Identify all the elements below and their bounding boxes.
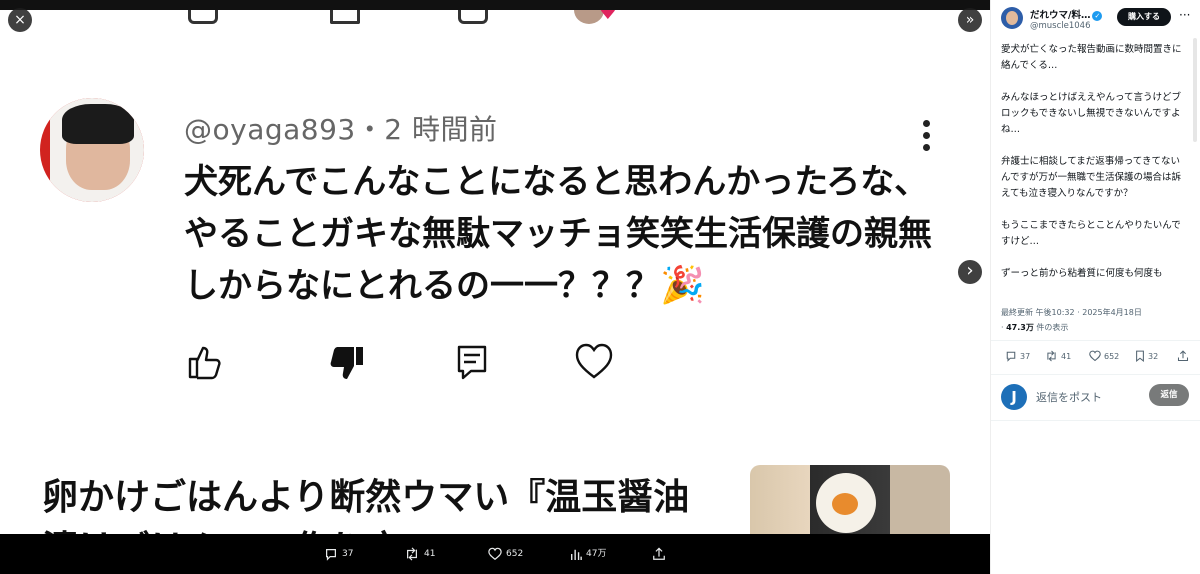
cut-comment-icon [458, 10, 488, 24]
thumbs-up-icon [188, 346, 221, 380]
divider [991, 420, 1200, 421]
comment-actions [0, 342, 990, 382]
share-icon [653, 547, 665, 560]
share-icon [1177, 350, 1189, 362]
reply-button[interactable]: 返信 [1149, 384, 1189, 406]
comment-line-text: しからなにとれるの一一？？？ [184, 266, 660, 306]
comment-header: @oyaga893・2 時間前 [184, 108, 497, 148]
top-strip [0, 0, 990, 10]
repost-icon [1047, 350, 1056, 362]
like-action[interactable]: 652 [488, 546, 523, 562]
repost-count: 41 [1061, 351, 1072, 361]
divider [991, 340, 1200, 341]
current-user-avatar: J [1001, 384, 1027, 410]
cut-off-toolbar: ♥ [0, 10, 990, 28]
commenter-handle: @oyaga893 [184, 113, 356, 146]
comment-line: 犬死んでこんなことになると思わんかったろな、 [184, 162, 929, 202]
comment-time: 2 時間前 [384, 113, 498, 146]
views-count: 47.3万 [1006, 323, 1034, 332]
scrollbar[interactable] [1193, 38, 1197, 142]
close-button[interactable]: × [8, 8, 32, 32]
views-suffix: 件の表示 [1033, 323, 1069, 332]
comment-body: 犬死んでこんなことになると思わんかったろな、 やることガキな無駄マッチョ笑笑生活… [184, 156, 932, 312]
article-thumbnail [750, 465, 950, 534]
post-side-panel: だれウマ/料… ✓ @muscle1046 購入する ··· 愛犬が亡くなった報告… [990, 0, 1200, 574]
comment-line-3: しからなにとれるの一一？？？🎉 [184, 260, 924, 312]
heart-icon: ♥ [598, 10, 618, 25]
updated-timestamp[interactable]: 最終更新 午後10:32 · 2025年4月18日 [1001, 305, 1191, 320]
commenter-avatar [40, 98, 144, 202]
heart-icon [488, 547, 502, 561]
media-action-bar: 37 41 652 47万 [0, 534, 990, 574]
heart-icon [1089, 350, 1101, 362]
more-icon[interactable]: ··· [1179, 8, 1190, 22]
more-options-icon [920, 120, 932, 156]
comment-line: やることガキな無駄マッチョ笑笑生活保護の親無 [184, 214, 932, 254]
post-paragraph: 弁護士に相談してまだ返事帰ってきてないんですが万が一無職で生活保護の場合は訴えて… [1001, 156, 1182, 199]
bookmark-stat[interactable]: 32 [1135, 350, 1158, 362]
post-paragraph: もうここまできたらとことんやりたいんですけど… [1001, 220, 1181, 247]
article-title-line: 漬けごはん』の作り方 [42, 524, 689, 534]
next-image-button[interactable]: › [958, 260, 982, 284]
share-action[interactable] [652, 546, 666, 562]
article-title: 卵かけごはんより断然ウマい『温玉醤油 漬けごはん』の作り方 [42, 472, 689, 534]
views-chart-icon [571, 549, 582, 560]
author-avatar[interactable] [1001, 7, 1023, 29]
reply-stat[interactable]: 37 [1005, 350, 1030, 362]
cut-pen-icon [330, 10, 360, 24]
post-text: 愛犬が亡くなった報告動画に数時間置きに絡んでくる… みんなほっとけばええやんって… [1001, 42, 1189, 298]
views-action[interactable]: 47万 [570, 546, 606, 562]
post-meta: 最終更新 午後10:32 · 2025年4月18日 · 47.3万 件の表示 [1001, 305, 1191, 335]
author-name: だれウマ/料… [1030, 10, 1091, 21]
like-count: 652 [1104, 351, 1120, 361]
app-root: ♥ @oyaga893・2 時間前 犬死んでこんなことになると思わんかったろな、… [0, 0, 1200, 574]
bookmark-icon [1136, 350, 1144, 362]
views-count: 47万 [586, 549, 607, 559]
heart-outline-icon [575, 343, 613, 379]
reply-icon [326, 549, 336, 561]
verified-badge-icon: ✓ [1092, 10, 1103, 21]
bookmark-count: 32 [1148, 351, 1159, 361]
article-title-line: 卵かけごはんより断然ウマい『温玉醤油 [42, 477, 690, 518]
thumbs-down-icon [330, 347, 363, 379]
party-popper-icon: 🎉 [660, 265, 705, 306]
divider [991, 374, 1200, 375]
repost-icon [407, 547, 417, 561]
views-line: · 47.3万 件の表示 [1001, 320, 1191, 335]
repost-stat[interactable]: 41 [1045, 350, 1071, 362]
screenshot-image: ♥ @oyaga893・2 時間前 犬死んでこんなことになると思わんかったろな、… [0, 10, 990, 534]
like-count: 652 [506, 549, 524, 559]
author-handle[interactable]: @muscle1046 [1030, 21, 1091, 31]
separator: ・ [355, 113, 385, 146]
post-paragraph: ずーっと前から粘着質に何度も何度も [1001, 268, 1163, 279]
reply-icon [1006, 351, 1016, 362]
cut-like-icon [188, 10, 218, 24]
share-stat[interactable] [1177, 350, 1189, 362]
like-stat[interactable]: 652 [1089, 350, 1119, 362]
subscribe-button[interactable]: 購入する [1117, 8, 1171, 26]
reply-count: 37 [1020, 351, 1031, 361]
repost-action[interactable]: 41 [404, 546, 435, 562]
post-stats: 37 41 652 32 [1001, 350, 1191, 364]
media-viewer: ♥ @oyaga893・2 時間前 犬死んでこんなことになると思わんかったろな、… [0, 0, 990, 574]
author-name-row[interactable]: だれウマ/料… ✓ [1030, 7, 1103, 21]
post-paragraph: 愛犬が亡くなった報告動画に数時間置きに絡んでくる… [1001, 44, 1182, 71]
post-paragraph: みんなほっとけばええやんって言うけどブロックもできないし無視できないんですよね… [1001, 92, 1182, 135]
reply-action[interactable]: 37 [324, 546, 353, 562]
comment-icon [457, 345, 487, 380]
collapse-panel-button[interactable]: » [958, 8, 982, 32]
reply-input[interactable]: 返信をポスト [1036, 389, 1102, 405]
reply-composer: J 返信をポスト 返信 [1001, 384, 1191, 410]
reply-count: 37 [342, 549, 354, 559]
repost-count: 41 [424, 549, 436, 559]
